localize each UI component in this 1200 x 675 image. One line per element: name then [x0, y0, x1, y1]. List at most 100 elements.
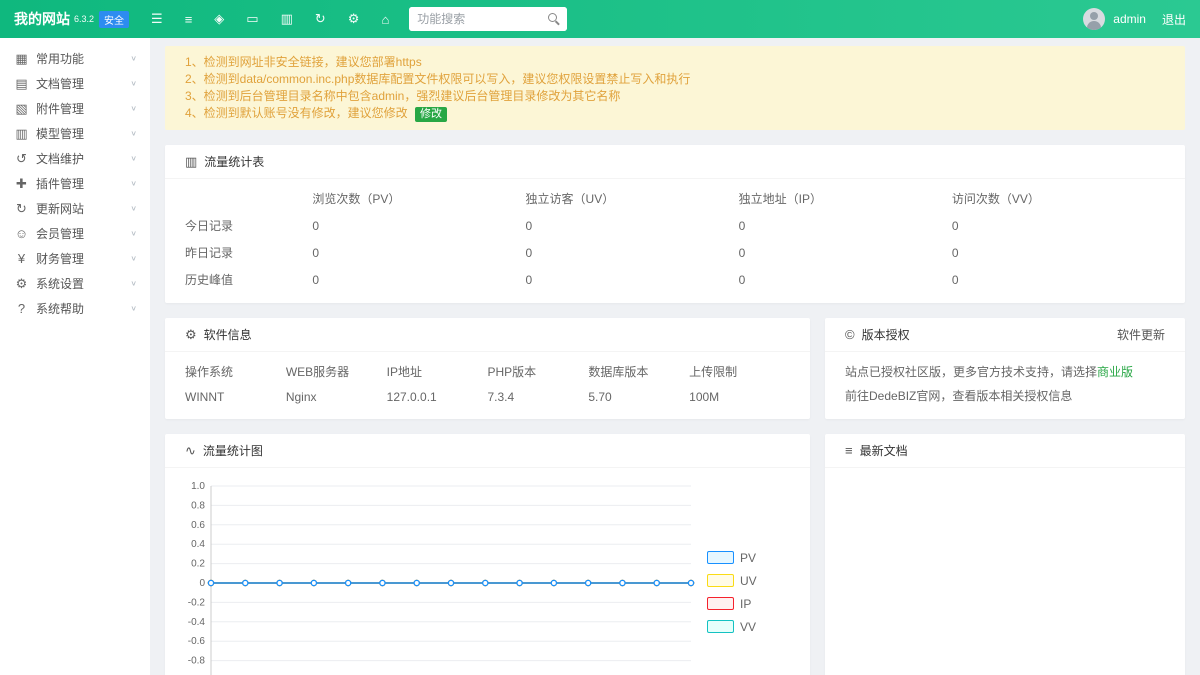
alert-line: 4、检测到默认账号没有修改，建议您修改 修改	[185, 105, 1165, 122]
legend-item[interactable]: PV	[707, 551, 773, 565]
logout-link[interactable]: 退出	[1162, 11, 1186, 28]
cell-value: 0	[526, 212, 739, 239]
webserver-value: Nginx	[286, 385, 387, 409]
legend-label: VV	[740, 620, 756, 634]
alert-line: 1、检测到网址非安全链接，建议您部署https	[185, 54, 1165, 71]
traffic-chart-body: 1.00.80.60.40.20-0.2-0.4-0.6-0.8-1.005-2…	[165, 468, 810, 675]
table-row-peak: 历史峰值 0 0 0 0	[185, 266, 1165, 293]
sidebar-item-settings[interactable]: ⚙ 系统设置 ∨	[0, 271, 150, 296]
sidebar-item-maintenance[interactable]: ↺ 文档维护 ∨	[0, 146, 150, 171]
brand[interactable]: 我的网站 6.3.2 安全	[14, 9, 129, 29]
traffic-table-card: ▥ 流量统计表 浏览次数（PV） 独立访客（UV） 独立地址（IP） 访问次数（…	[165, 145, 1185, 303]
svg-text:-0.8: -0.8	[188, 656, 206, 667]
sidebar-item-label: 更新网站	[36, 200, 84, 217]
column-header-db: 数据库版本	[588, 358, 689, 385]
sidebar-item-label: 附件管理	[36, 100, 84, 117]
legend-item[interactable]: IP	[707, 597, 773, 611]
document-icon: ▤	[13, 76, 30, 92]
chevron-down-icon: ∨	[130, 229, 137, 238]
legend-item[interactable]: UV	[707, 574, 773, 588]
chevron-down-icon: ∨	[130, 154, 137, 163]
legend-item[interactable]: VV	[707, 620, 773, 634]
legend-swatch	[707, 620, 734, 633]
legend-swatch	[707, 574, 734, 587]
cell-value: 0	[739, 239, 952, 266]
gear-icon[interactable]: ⚙	[348, 11, 360, 27]
software-info-value-row: WINNT Nginx 127.0.0.1 7.3.4 5.70 100M	[185, 385, 790, 409]
site-name: 我的网站	[14, 9, 70, 29]
sidebar-item-attachments[interactable]: ▧ 附件管理 ∨	[0, 96, 150, 121]
sidebar-item-help[interactable]: ? 系统帮助 ∨	[0, 296, 150, 321]
traffic-chart-title: 流量统计图	[203, 442, 263, 459]
sidebar-item-finance[interactable]: ¥ 财务管理 ∨	[0, 246, 150, 271]
row-label: 昨日记录	[185, 239, 312, 266]
software-update-link[interactable]: 软件更新	[1117, 326, 1165, 343]
plugin-icon: ✚	[13, 176, 30, 192]
sidebar-item-documents[interactable]: ▤ 文档管理 ∨	[0, 71, 150, 96]
legend-swatch	[707, 551, 734, 564]
software-info-header: ⚙ 软件信息	[165, 318, 810, 352]
php-value: 7.3.4	[487, 385, 588, 409]
attachment-icon: ▧	[13, 101, 30, 117]
latest-docs-card: ≡ 最新文档	[825, 434, 1185, 675]
main-content: 1、检测到网址非安全链接，建议您部署https 2、检测到data/common…	[150, 38, 1200, 675]
tag-icon[interactable]: ◈	[214, 11, 224, 27]
cell-value: 0	[952, 266, 1165, 293]
bar-chart-icon: ▥	[185, 154, 197, 170]
refresh-icon[interactable]: ↻	[315, 11, 326, 27]
sidebar-item-members[interactable]: ☺ 会员管理 ∨	[0, 221, 150, 246]
legend-label: IP	[740, 597, 751, 611]
refresh-icon: ↻	[13, 201, 30, 217]
legend-swatch	[707, 597, 734, 610]
svg-text:0.2: 0.2	[191, 559, 205, 570]
column-header-os: 操作系统	[185, 358, 286, 385]
traffic-chart-card: ∿ 流量统计图 1.00.80.60.40.20-0.2-0.4-0.6-0.8…	[165, 434, 810, 675]
sidebar-item-update-site[interactable]: ↻ 更新网站 ∨	[0, 196, 150, 221]
search-icon	[548, 13, 560, 25]
search-input[interactable]	[409, 7, 541, 31]
column-header-pv: 浏览次数（PV）	[312, 185, 525, 212]
search-button[interactable]	[541, 7, 567, 31]
svg-text:-0.6: -0.6	[188, 636, 206, 647]
sidebar-item-label: 插件管理	[36, 175, 84, 192]
folder-icon[interactable]: ▭	[246, 11, 258, 27]
latest-docs-title: 最新文档	[860, 442, 908, 459]
shortcut-menu-icon[interactable]: ☰	[151, 11, 163, 27]
chart-legend: PV UV IP VV	[707, 551, 773, 634]
avatar[interactable]	[1083, 8, 1105, 30]
svg-text:-0.2: -0.2	[188, 597, 206, 608]
column-header-ip: 独立地址（IP）	[739, 185, 952, 212]
sidebar-item-label: 财务管理	[36, 250, 84, 267]
chevron-down-icon: ∨	[130, 104, 137, 113]
license-line2: 前往DedeBIZ官网，查看版本相关授权信息	[845, 384, 1165, 408]
security-alert-box: 1、检测到网址非安全链接，建议您部署https 2、检测到data/common…	[165, 46, 1185, 130]
list-icon[interactable]: ≡	[185, 12, 193, 27]
username[interactable]: admin	[1113, 12, 1146, 26]
db-value: 5.70	[588, 385, 689, 409]
home-icon[interactable]: ⌂	[381, 12, 389, 27]
sidebar-item-models[interactable]: ▥ 模型管理 ∨	[0, 121, 150, 146]
chevron-down-icon: ∨	[130, 79, 137, 88]
sidebar-item-common[interactable]: ▦ 常用功能 ∨	[0, 46, 150, 71]
commercial-version-link[interactable]: 商业版	[1097, 365, 1133, 379]
table-row-yesterday: 昨日记录 0 0 0 0	[185, 239, 1165, 266]
modify-button[interactable]: 修改	[415, 107, 447, 122]
user-area: admin 退出	[1083, 8, 1186, 30]
cell-value: 0	[739, 212, 952, 239]
security-badge[interactable]: 安全	[99, 11, 129, 28]
ip-value: 127.0.0.1	[387, 385, 488, 409]
model-icon: ▥	[13, 126, 30, 142]
sidebar-item-label: 系统帮助	[36, 300, 84, 317]
license-card-header: © 版本授权 软件更新	[825, 318, 1185, 352]
maintenance-icon: ↺	[13, 151, 30, 167]
member-icon: ☺	[13, 226, 30, 241]
apps-icon: ▦	[13, 51, 30, 67]
table-row-today: 今日记录 0 0 0 0	[185, 212, 1165, 239]
settings-icon: ⚙	[13, 276, 30, 292]
cell-value: 0	[952, 239, 1165, 266]
traffic-table-title: 流量统计表	[204, 153, 264, 170]
chart-icon[interactable]: ▥	[281, 11, 293, 27]
license-line1: 站点已授权社区版，更多官方技术支持，请选择商业版	[845, 360, 1165, 384]
sidebar-item-plugins[interactable]: ✚ 插件管理 ∨	[0, 171, 150, 196]
list-icon: ≡	[845, 443, 853, 458]
